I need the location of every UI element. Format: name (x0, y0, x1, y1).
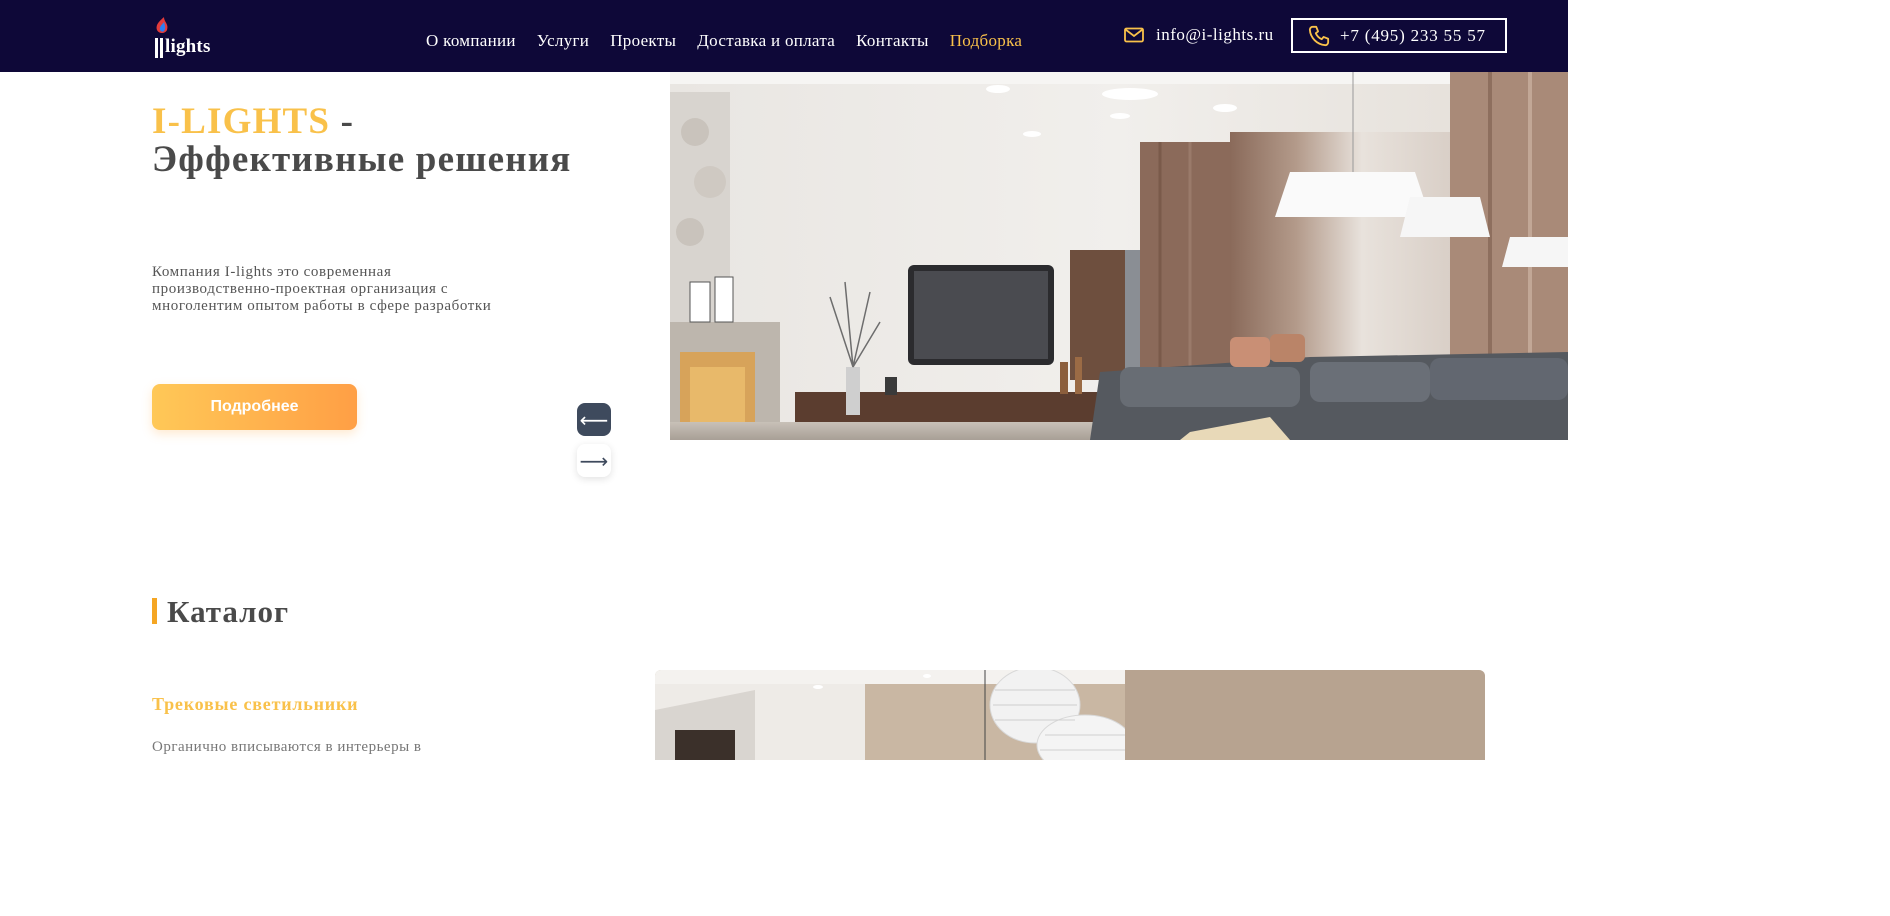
logo-text: lights (165, 36, 211, 57)
mail-icon (1124, 27, 1144, 43)
more-button[interactable]: Подробнее (152, 384, 357, 430)
site-header: lights О компании Услуги Проекты Доставк… (0, 0, 1568, 72)
main-nav: О компании Услуги Проекты Доставка и опл… (426, 31, 1022, 51)
catalog-item-description: Органично вписываются в интерьеры в (152, 739, 422, 755)
site-logo[interactable]: lights (151, 16, 221, 62)
nav-item-selection[interactable]: Подборка (950, 31, 1023, 51)
hero-title-rest: Эффективные решения (152, 139, 572, 180)
slider-prev-button[interactable]: ⟵ (577, 403, 611, 436)
hero-dash: - (330, 101, 355, 142)
track-lights-photo (655, 670, 1485, 760)
nav-item-projects[interactable]: Проекты (610, 31, 676, 51)
email-link[interactable]: info@i-lights.ru (1124, 25, 1274, 45)
slider-next-button[interactable]: ⟶ (577, 444, 611, 477)
hero-slide-image (670, 72, 1568, 440)
arrow-left-icon: ⟵ (579, 407, 609, 432)
phone-button[interactable]: +7 (495) 233 55 57 (1291, 18, 1507, 53)
hero-brand: I-LIGHTS (152, 101, 331, 142)
living-room-photo (670, 72, 1568, 440)
catalog-accent-bar (152, 598, 157, 624)
phone-icon (1308, 25, 1330, 46)
hero-title: I-LIGHTS - Эффективные решения (152, 103, 572, 179)
arrow-right-icon: ⟶ (579, 448, 609, 473)
email-text: info@i-lights.ru (1156, 25, 1274, 44)
nav-item-contacts[interactable]: Контакты (856, 31, 929, 51)
catalog-item-title[interactable]: Трековые светильники (152, 694, 358, 715)
hero-description: Компания I-lights это современная произв… (152, 264, 492, 314)
catalog-item-image (655, 670, 1485, 760)
nav-item-services[interactable]: Услуги (537, 31, 589, 51)
nav-item-delivery[interactable]: Доставка и оплата (697, 31, 835, 51)
catalog-title: Каталог (167, 594, 290, 629)
nav-item-about[interactable]: О компании (426, 31, 516, 51)
phone-text: +7 (495) 233 55 57 (1340, 25, 1486, 45)
